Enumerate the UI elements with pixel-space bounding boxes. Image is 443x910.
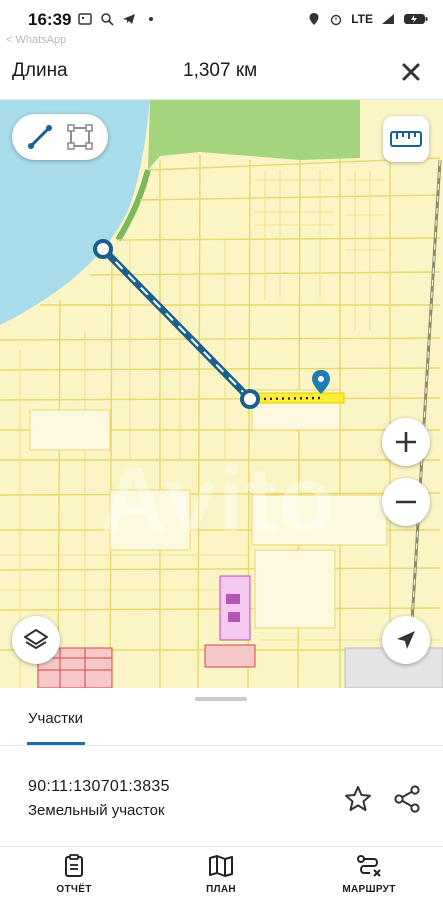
sheet-drag-handle[interactable] [195,697,247,701]
nav-plan[interactable]: ПЛАН [176,854,266,904]
selected-parcel [253,392,345,404]
telegram-icon [123,14,135,24]
network-label: LTE [351,12,373,26]
route-icon [357,855,381,877]
report-icon [65,854,83,877]
area-measure-icon [67,124,93,150]
search-icon [101,13,114,26]
locate-button[interactable] [382,616,430,664]
avito-watermark: Avito [100,449,337,551]
cadastral-number[interactable]: 90:11:130701:3835 [28,778,170,796]
minus-icon [396,500,416,504]
measure-title: Длина [12,60,68,81]
parcel-type: Земельный участок [28,802,165,819]
measure-point-start [93,239,113,259]
cadastral-map[interactable]: Avito [0,100,443,688]
measure-mode-toggle [12,114,108,160]
plus-icon [396,432,416,452]
wifi-icon [382,14,394,24]
measure-point-end [240,389,260,409]
parcel-sheet: Участки 90:11:130701:3835 Земельный учас… [0,688,443,910]
ruler-button[interactable] [383,116,429,162]
status-icons-left [78,12,158,26]
star-icon[interactable] [343,784,373,814]
line-measure-icon [28,125,52,149]
map-canvas[interactable] [0,100,443,688]
measure-length-value: 1,307 км [183,60,258,81]
status-icons-right: LTE [307,12,429,26]
battery-icon [404,14,428,24]
ruler-icon [390,131,422,147]
location-icon [309,13,319,25]
nav-route-label: МАРШРУТ [342,884,396,895]
tab-divider [0,745,443,746]
status-ghost-text: < WhatsApp [6,34,67,46]
zoom-in-button[interactable] [382,418,430,466]
nav-route[interactable]: МАРШРУТ [324,854,414,904]
zoom-out-button[interactable] [382,478,430,526]
nav-plan-label: ПЛАН [206,884,236,895]
layers-icon [24,629,48,649]
gallery-icon [78,13,92,25]
status-time: 16:39 [28,10,72,29]
area-measure-button[interactable] [63,120,97,154]
navigation-arrow-icon [397,631,415,649]
measure-header: Длина 1,307 км [0,48,443,100]
line-measure-button[interactable] [23,120,57,154]
alarm-icon [331,14,342,26]
nav-report-label: ОТЧЁТ [56,884,92,895]
dot-icon [149,17,153,21]
close-icon[interactable] [397,58,425,86]
tab-parcels[interactable]: Участки [28,710,83,727]
layers-button[interactable] [12,616,60,664]
share-icon[interactable] [392,784,422,814]
nav-divider [0,846,443,847]
status-bar: 16:39 < WhatsApp LTE [0,0,443,48]
map-plan-icon [209,855,233,877]
nav-report[interactable]: ОТЧЁТ [29,854,119,904]
